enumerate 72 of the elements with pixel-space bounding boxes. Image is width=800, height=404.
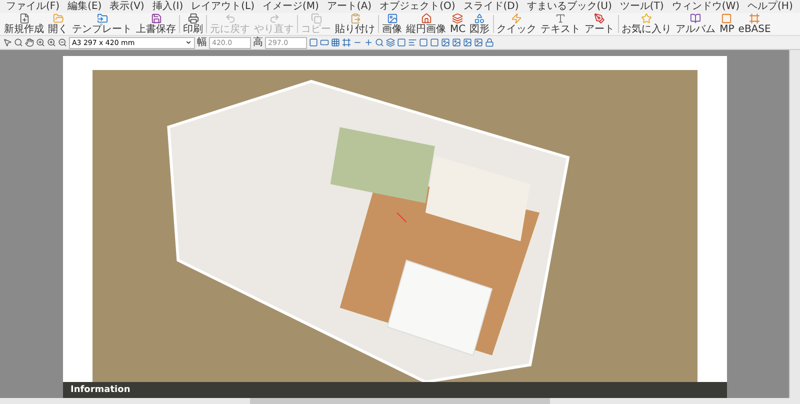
menu-item[interactable]: 挿入(I) xyxy=(148,0,188,13)
star-icon xyxy=(641,13,652,24)
paste-icon xyxy=(350,13,360,24)
tool-icon[interactable] xyxy=(58,38,67,47)
toolbar-button[interactable]: テキスト xyxy=(538,13,583,35)
tool-icon[interactable] xyxy=(342,38,351,47)
toolbar-button[interactable]: 印刷 xyxy=(181,13,205,35)
toolbar-button[interactable]: eBASE xyxy=(736,13,773,35)
tool-icon[interactable] xyxy=(397,38,406,47)
tool-icon[interactable] xyxy=(408,38,417,47)
tool-icon[interactable] xyxy=(3,38,12,47)
toolbar-button[interactable]: 開く xyxy=(46,13,70,35)
toolbar-button[interactable]: 縦円画像 xyxy=(404,13,448,35)
toolbar-button[interactable]: MP xyxy=(718,13,736,35)
menu-item[interactable]: レイアウト(L) xyxy=(187,0,258,13)
tool-icon[interactable] xyxy=(47,38,56,47)
copy-icon xyxy=(310,13,322,24)
text-icon xyxy=(555,13,566,24)
shapes-icon xyxy=(474,13,486,24)
menu-item[interactable]: 編集(E) xyxy=(64,0,106,13)
redo-icon xyxy=(268,13,280,24)
pen-icon xyxy=(594,13,606,24)
footer-title: Information xyxy=(62,382,726,398)
tool-icon[interactable] xyxy=(14,38,23,47)
toolbar-button[interactable]: MC xyxy=(448,13,468,35)
menu-item[interactable]: オブジェクト(O) xyxy=(376,0,460,13)
toolbar-button[interactable]: お気に入り xyxy=(620,13,674,35)
tool-icon[interactable] xyxy=(331,38,340,47)
menu-item[interactable]: すまいるブック(U) xyxy=(522,0,616,13)
image-icon xyxy=(386,13,398,24)
menu-item[interactable]: 表示(V) xyxy=(106,0,148,13)
menu-item[interactable]: イメージ(M) xyxy=(258,0,323,13)
tool-icon[interactable] xyxy=(25,38,34,47)
tool-icon[interactable] xyxy=(36,38,45,47)
toolbar-button[interactable]: クイック xyxy=(494,13,539,35)
toolbar-button[interactable]: 新規作成 xyxy=(2,13,46,35)
tool-icon[interactable] xyxy=(441,38,450,47)
toolbar-button[interactable]: 上書保存 xyxy=(134,13,178,35)
undo-icon xyxy=(224,13,236,24)
horizontal-scrollbar[interactable] xyxy=(0,398,800,404)
menu-item[interactable]: ファイル(F) xyxy=(2,0,64,13)
tool-icon[interactable] xyxy=(452,38,461,47)
toolbar-button[interactable]: テンプレート xyxy=(70,13,134,35)
tool-icon[interactable] xyxy=(386,38,395,47)
square-icon xyxy=(721,13,732,24)
menu-item[interactable]: スライド(D) xyxy=(459,0,523,13)
menu-item[interactable]: アート(A) xyxy=(322,0,376,13)
toolbar-button[interactable]: アルバム xyxy=(674,13,718,35)
toolbar-button[interactable]: 貼り付け xyxy=(333,13,377,35)
toolbar-button[interactable]: アート xyxy=(582,13,617,35)
menu-item[interactable]: ヘルプ(H) xyxy=(744,0,797,13)
new-file-icon xyxy=(18,13,30,24)
folder-icon xyxy=(96,13,108,24)
toolbar-button[interactable]: 画像 xyxy=(380,13,404,35)
vertical-scrollbar[interactable] xyxy=(789,50,800,398)
save-icon xyxy=(150,13,162,24)
tool-icon[interactable] xyxy=(463,38,472,47)
lightning-icon xyxy=(511,13,522,24)
width-label: 幅 xyxy=(197,37,207,48)
book-icon xyxy=(690,13,702,24)
printer-icon xyxy=(188,13,198,24)
height-label: 高 xyxy=(253,37,263,48)
toolbar-button[interactable]: 図形 xyxy=(468,13,492,35)
menu-item[interactable]: ツール(T) xyxy=(616,0,668,13)
tool-icon[interactable] xyxy=(485,38,494,47)
tool-icon[interactable] xyxy=(364,38,373,47)
menu-item[interactable]: ウィンドウ(W) xyxy=(668,0,744,13)
tool-icon[interactable] xyxy=(474,38,483,47)
house-icon xyxy=(420,13,432,24)
tool-icon[interactable] xyxy=(375,38,384,47)
folder-icon xyxy=(52,13,64,24)
dropdown-icon xyxy=(185,39,192,46)
